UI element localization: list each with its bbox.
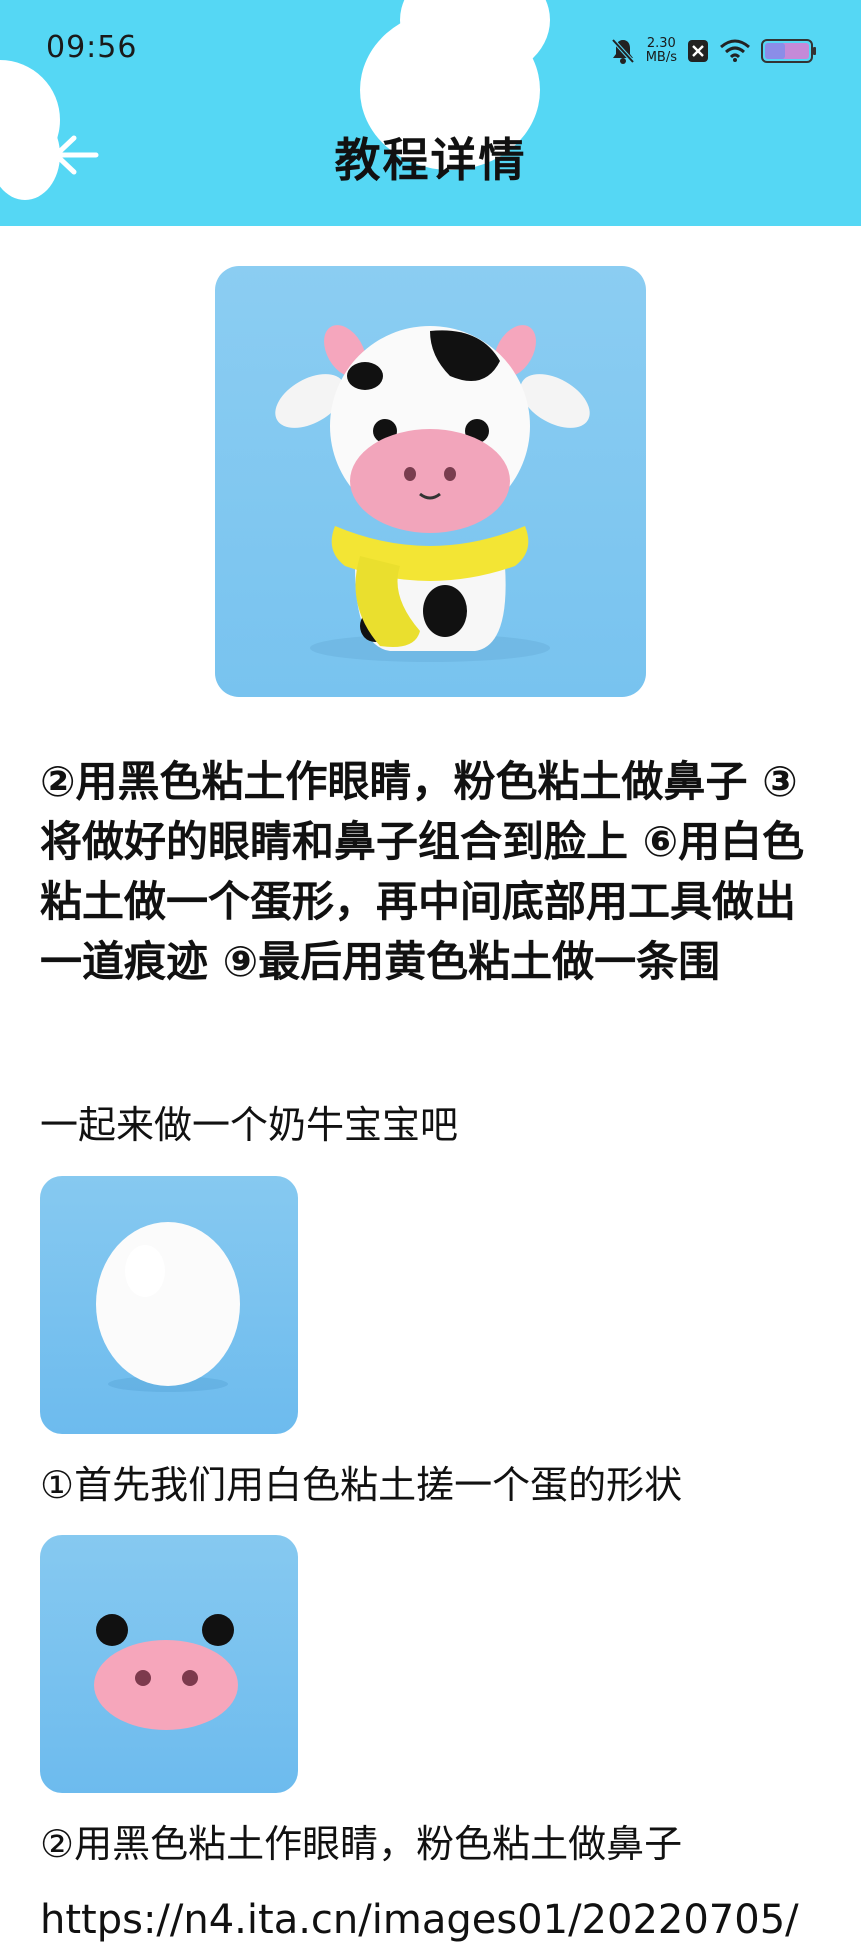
step-2-caption: ②用黑色粘土作眼睛，粉色粘土做鼻子	[40, 1822, 683, 1866]
step-1-caption: ①首先我们用白色粘土搓一个蛋的形状	[40, 1463, 683, 1507]
status-time: 09:56	[46, 30, 138, 65]
truncated-image-url[interactable]: https://n4.ita.cn/images01/20220705/	[40, 1895, 860, 1945]
white-clay-egg-illustration	[96, 1222, 240, 1392]
cow-figure-illustration	[275, 325, 590, 662]
network-speed: 2.30 MB/s	[646, 37, 677, 65]
battery-icon	[761, 39, 816, 63]
tutorial-summary-text: ②用黑色粘土作眼睛，粉色粘土做鼻子 ③将做好的眼睛和鼻子组合到脸上 ⑥用白色粘土…	[40, 757, 805, 986]
sim-x-icon	[688, 40, 708, 62]
status-icons: 2.30 MB/s	[610, 34, 817, 68]
tutorial-intro: 一起来做一个奶牛宝宝吧	[40, 1103, 459, 1147]
app-header: 09:56 2.30 MB/s 教程详情	[0, 0, 861, 226]
step-1-image	[40, 1176, 298, 1434]
page-title: 教程详情	[334, 133, 527, 187]
clay-eyes-nose-illustration	[94, 1614, 238, 1730]
network-speed-unit: MB/s	[645, 50, 677, 65]
mute-bell-icon	[611, 38, 635, 64]
hero-image-cow	[215, 266, 646, 697]
network-speed-value: 2.30	[646, 36, 676, 51]
step-2-image	[40, 1535, 298, 1793]
wifi-icon	[720, 39, 750, 62]
status-bar: 09:56 2.30 MB/s	[0, 0, 861, 100]
